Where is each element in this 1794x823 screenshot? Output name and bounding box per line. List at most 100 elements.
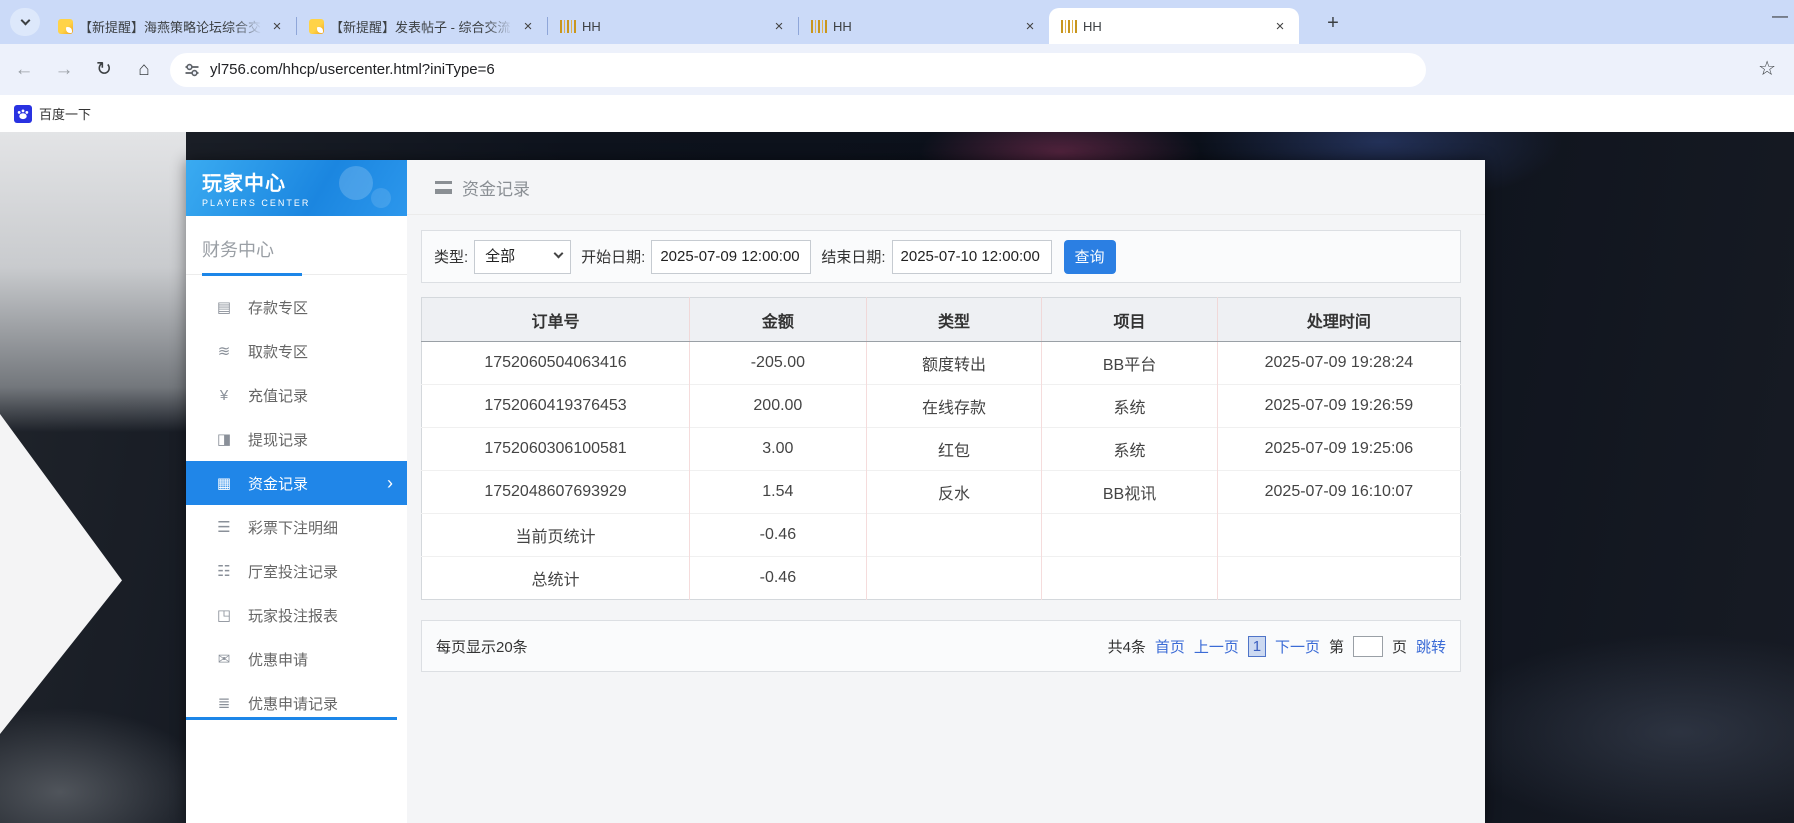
table-body: 1752060504063416-205.00额度转出BB平台2025-07-0…	[422, 342, 1461, 600]
tab-title: HH	[1083, 19, 1265, 34]
table-cell: -0.46	[690, 557, 867, 600]
url-text[interactable]: yl756.com/hhcp/usercenter.html?iniType=6	[210, 61, 495, 78]
start-date-input[interactable]	[651, 240, 811, 274]
reload-button[interactable]: ↻	[88, 54, 120, 86]
next-page-link[interactable]: 下一页	[1275, 636, 1320, 657]
tab-title: 【新提醒】发表帖子 - 综合交流	[330, 17, 513, 36]
sidebar-item-link[interactable]: ☰彩票下注明细	[186, 505, 407, 549]
forum-icon	[309, 19, 324, 34]
browser-tab[interactable]: HH ×	[799, 8, 1049, 44]
table-row: 总统计-0.46	[422, 557, 1461, 600]
prev-page-link[interactable]: 上一页	[1194, 636, 1239, 657]
table-cell	[866, 514, 1042, 557]
table-cell: -205.00	[690, 342, 867, 385]
browser-tab[interactable]: HH ×	[1049, 8, 1299, 44]
tab-search-button[interactable]	[10, 8, 40, 36]
tab-close-icon[interactable]: ×	[1021, 18, 1039, 35]
table-cell: 1.54	[690, 471, 867, 514]
sidebar-item-link[interactable]: ✉优惠申请	[186, 637, 407, 681]
table-cell: 2025-07-09 19:28:24	[1217, 342, 1460, 385]
sidebar-section-divider	[186, 717, 397, 720]
sidebar-header: 玩家中心 PLAYERS CENTER	[186, 160, 407, 216]
page-background: 玩家中心 PLAYERS CENTER 财务中心 ▤存款专区≋取款专区¥充值记录…	[0, 132, 1794, 823]
sidebar-item-active[interactable]: ▦资金记录›	[186, 461, 407, 505]
sidebar-item-link[interactable]: ◳玩家投注报表	[186, 593, 407, 637]
tab-close-icon[interactable]: ×	[770, 18, 788, 35]
table-cell: 1752048607693929	[422, 471, 690, 514]
bookmark-bar: 百度一下	[0, 95, 1794, 132]
search-button[interactable]: 查询	[1064, 240, 1116, 274]
tab-close-icon[interactable]: ×	[519, 18, 537, 35]
page-header: 资金记录	[407, 160, 1485, 215]
page-title: 资金记录	[462, 175, 530, 200]
type-label: 类型:	[434, 246, 468, 267]
table-cell: 反水	[866, 471, 1042, 514]
sidebar-item-link[interactable]: ≋ 取款专区	[186, 329, 407, 373]
table-cell	[1217, 514, 1460, 557]
table-row: 17520603061005813.00红包系统2025-07-09 19:25…	[422, 428, 1461, 471]
sidebar-item-label: 存款专区	[248, 297, 308, 318]
site-settings-icon[interactable]	[184, 62, 200, 78]
browser-tab[interactable]: 【新提醒】发表帖子 - 综合交流 ×	[297, 8, 547, 44]
table-row: 17520486076939291.54反水BB视讯2025-07-09 16:…	[422, 471, 1461, 514]
jump-page-input[interactable]	[1353, 636, 1383, 657]
browser-tab[interactable]: HH×	[548, 8, 798, 44]
table-cell: 1752060419376453	[422, 385, 690, 428]
table-cell: 当前页统计	[422, 514, 690, 557]
bookmark-baidu[interactable]: 百度一下	[14, 104, 91, 123]
type-select-wrap: 全部	[474, 240, 571, 274]
sidebar-item-link[interactable]: ◨提现记录	[186, 417, 407, 461]
browser-tab[interactable]: 【新提醒】海燕策略论坛综合交 ×	[46, 8, 296, 44]
table-cell: BB视讯	[1042, 471, 1218, 514]
table-cell	[866, 557, 1042, 600]
tab-title: HH	[833, 19, 1015, 34]
end-date-label: 结束日期:	[821, 246, 885, 267]
baidu-paw-icon	[14, 105, 32, 123]
promo-record-icon: ≣	[214, 694, 234, 712]
table-cell: 在线存款	[866, 385, 1042, 428]
current-page-button[interactable]: 1	[1248, 636, 1266, 657]
sidebar-item-label: 优惠申请	[248, 649, 308, 670]
jump-prefix-label: 第	[1329, 636, 1344, 657]
main-content: 资金记录 类型: 全部 开始日期: 结束日期: 查询 订单号金额类型项目处理时间	[407, 160, 1485, 823]
hh-icon	[560, 20, 576, 33]
column-header: 类型	[866, 298, 1042, 342]
withdraw-icon: ≋	[214, 342, 234, 360]
funds-table: 订单号金额类型项目处理时间 1752060504063416-205.00额度转…	[421, 297, 1461, 600]
sidebar-item-label: 取款专区	[248, 341, 308, 362]
column-header: 项目	[1042, 298, 1218, 342]
minimize-button[interactable]: —	[1772, 8, 1788, 26]
sidebar-item-label: 资金记录	[248, 473, 308, 494]
start-date-label: 开始日期:	[581, 246, 645, 267]
table-cell: 200.00	[690, 385, 867, 428]
table-row: 当前页统计-0.46	[422, 514, 1461, 557]
section-underline	[202, 273, 302, 276]
table-row: 1752060419376453200.00在线存款系统2025-07-09 1…	[422, 385, 1461, 428]
total-count: 共4条	[1108, 636, 1146, 657]
table-cell: 总统计	[422, 557, 690, 600]
forward-button[interactable]: →	[48, 54, 80, 86]
sidebar-item-label: 彩票下注明细	[248, 517, 338, 538]
table-cell: 额度转出	[866, 342, 1042, 385]
cashout-record-icon: ◨	[214, 430, 234, 448]
tab-close-icon[interactable]: ×	[268, 18, 286, 35]
bookmark-star-icon[interactable]: ☆	[1758, 56, 1776, 81]
table-cell: 2025-07-09 19:26:59	[1217, 385, 1460, 428]
address-bar[interactable]: yl756.com/hhcp/usercenter.html?iniType=6	[170, 53, 1426, 87]
column-header: 订单号	[422, 298, 690, 342]
tab-title: 【新提醒】海燕策略论坛综合交	[79, 17, 262, 36]
first-page-link[interactable]: 首页	[1155, 636, 1185, 657]
home-button[interactable]: ⌂	[128, 54, 160, 86]
sidebar-item-link[interactable]: ▤存款专区	[186, 285, 407, 329]
end-date-input[interactable]	[892, 240, 1052, 274]
table-cell: 红包	[866, 428, 1042, 471]
tab-close-icon[interactable]: ×	[1271, 18, 1289, 35]
jump-button[interactable]: 跳转	[1416, 636, 1446, 657]
sidebar-item-label: 玩家投注报表	[248, 605, 338, 626]
sidebar-item-link[interactable]: ☷厅室投注记录	[186, 549, 407, 593]
sidebar-item-link[interactable]: ¥充值记录	[186, 373, 407, 417]
new-tab-button[interactable]: +	[1319, 10, 1347, 38]
pagination-bar: 每页显示20条 共4条 首页 上一页 1 下一页 第 页 跳转	[421, 620, 1461, 672]
sidebar-item-label: 充值记录	[248, 385, 308, 406]
back-button[interactable]: ←	[8, 54, 40, 86]
